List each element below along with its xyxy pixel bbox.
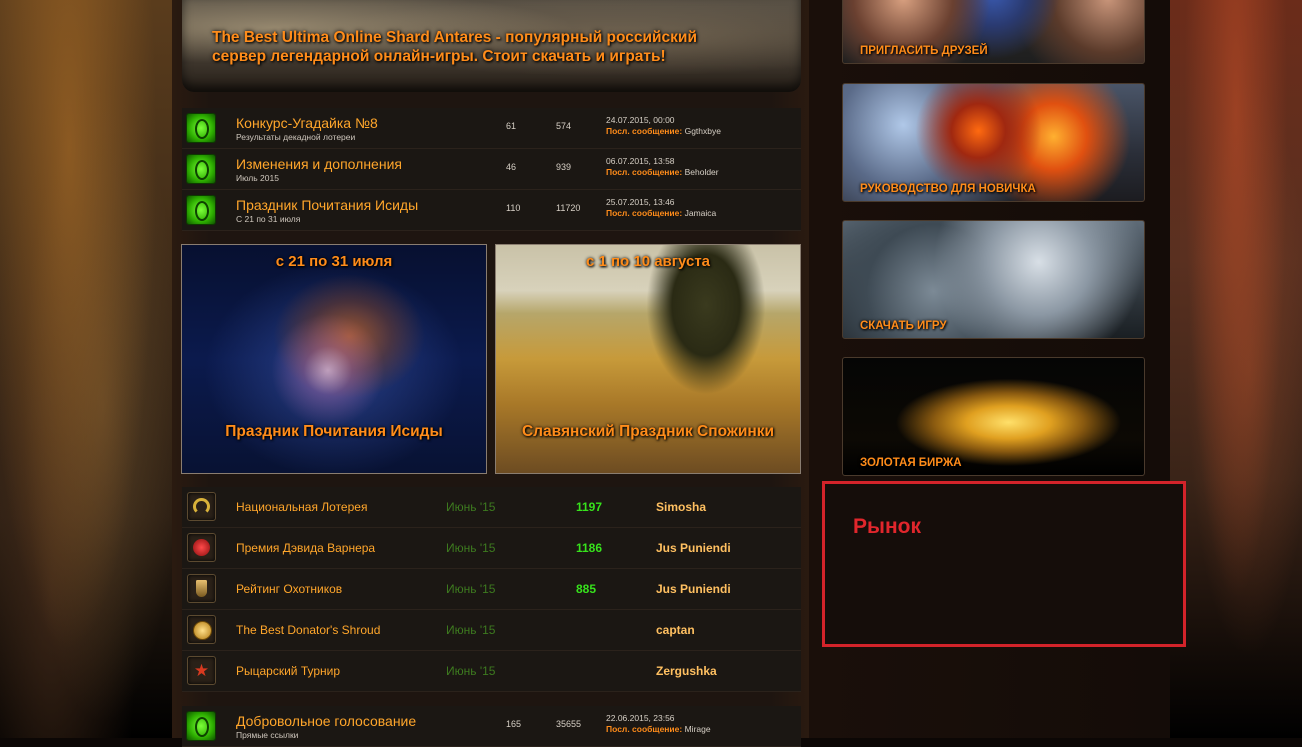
post-count: 35655 — [556, 719, 582, 729]
forum-row[interactable]: Праздник Почитания Исиды С 21 по 31 июля… — [182, 190, 801, 231]
post-count: 574 — [556, 121, 572, 131]
forum-title[interactable]: Праздник Почитания Исиды — [236, 197, 418, 213]
forum-icon — [186, 154, 216, 184]
post-count: 11720 — [556, 203, 581, 213]
award-row[interactable]: Рейтинг Охотников Июнь '15 885 Jus Punie… — [182, 569, 801, 610]
award-name[interactable]: The Best Donator's Shroud — [236, 623, 380, 637]
flower-icon — [187, 533, 216, 562]
horseshoe-icon — [187, 492, 216, 521]
background-right-art — [1170, 0, 1302, 738]
event-name: Славянский Праздник Спожинки — [521, 423, 775, 440]
topic-count: 165 — [506, 719, 522, 729]
download-game-tile[interactable]: СКАЧАТЬ ИГРУ — [842, 220, 1145, 339]
forum-title[interactable]: Добровольное голосование — [236, 713, 416, 729]
last-post: Посл. сообщение: Mirage — [606, 724, 711, 734]
award-name[interactable]: Премия Дэвида Варнера — [236, 541, 375, 555]
award-value: 885 — [576, 582, 597, 596]
last-post-date: 25.07.2015, 13:46 — [606, 197, 675, 207]
event-name: Праздник Почитания Исиды — [225, 423, 443, 440]
last-post-user[interactable]: Ggthxbye — [685, 126, 721, 136]
awards-table: Национальная Лотерея Июнь '15 1197 Simos… — [182, 487, 801, 692]
last-post: Посл. сообщение: Beholder — [606, 167, 719, 177]
award-winner[interactable]: Zergushka — [656, 664, 717, 678]
star-icon: ★ — [187, 656, 216, 685]
forum-description: С 21 по 31 июля — [236, 214, 301, 224]
award-winner[interactable]: captan — [656, 623, 695, 637]
award-winner[interactable]: Jus Puniendi — [656, 541, 731, 555]
gold-exchange-tile[interactable]: ЗОЛОТАЯ БИРЖА — [842, 357, 1145, 476]
award-month: Июнь '15 — [446, 623, 496, 637]
forum-title[interactable]: Изменения и дополнения — [236, 156, 402, 172]
forum-icon — [186, 113, 216, 143]
tile-label: ПРИГЛАСИТЬ ДРУЗЕЙ — [860, 45, 988, 57]
tile-label: ЗОЛОТАЯ БИРЖА — [860, 457, 962, 469]
banner-text: The Best Ultima Online Shard Antares - п… — [212, 29, 697, 65]
last-post-label: Посл. сообщение: — [606, 167, 683, 177]
award-row[interactable]: Национальная Лотерея Июнь '15 1197 Simos… — [182, 487, 801, 528]
coin-icon — [187, 615, 216, 644]
topic-count: 46 — [506, 162, 517, 172]
award-winner[interactable]: Jus Puniendi — [656, 582, 731, 596]
last-post: Посл. сообщение: Jamaica — [606, 208, 716, 218]
forum-list-bottom: Добровольное голосование Прямые ссылки 1… — [182, 706, 801, 747]
last-post-date: 22.06.2015, 23:56 — [606, 713, 675, 723]
event-dates: с 21 по 31 июля — [275, 253, 393, 270]
last-post-user[interactable]: Mirage — [685, 724, 711, 734]
award-month: Июнь '15 — [446, 500, 496, 514]
last-post-date: 24.07.2015, 00:00 — [606, 115, 675, 125]
topic-count: 61 — [506, 121, 517, 131]
forum-description: Июль 2015 — [236, 173, 279, 183]
forum-row[interactable]: Изменения и дополнения Июль 2015 46 939 … — [182, 149, 801, 190]
award-name[interactable]: Рейтинг Охотников — [236, 582, 342, 596]
forum-list: Конкурс-Угадайка №8 Результаты декадной … — [182, 108, 801, 231]
award-winner[interactable]: Simosha — [656, 500, 706, 514]
last-post-date: 06.07.2015, 13:58 — [606, 156, 675, 166]
market-panel[interactable]: Рынок — [822, 481, 1186, 647]
forum-row[interactable]: Конкурс-Угадайка №8 Результаты декадной … — [182, 108, 801, 149]
award-month: Июнь '15 — [446, 664, 496, 678]
trophy-icon — [187, 574, 216, 603]
promo-banner[interactable]: The Best Ultima Online Shard Antares - п… — [182, 0, 801, 92]
last-post-user[interactable]: Jamaica — [685, 208, 717, 218]
last-post-label: Посл. сообщение: — [606, 126, 683, 136]
award-name[interactable]: Национальная Лотерея — [236, 500, 367, 514]
last-post-label: Посл. сообщение: — [606, 208, 683, 218]
award-value: 1186 — [576, 541, 603, 555]
last-post-label: Посл. сообщение: — [606, 724, 683, 734]
post-count: 939 — [556, 162, 572, 172]
market-title: Рынок — [853, 515, 921, 538]
award-month: Июнь '15 — [446, 541, 496, 555]
last-post: Посл. сообщение: Ggthxbye — [606, 126, 721, 136]
award-row[interactable]: The Best Donator's Shroud Июнь '15 capta… — [182, 610, 801, 651]
forum-description: Результаты декадной лотереи — [236, 132, 356, 142]
forum-row[interactable]: Добровольное голосование Прямые ссылки 1… — [182, 706, 801, 747]
forum-description: Прямые ссылки — [236, 730, 299, 740]
topic-count: 110 — [506, 203, 521, 213]
award-value: 1197 — [576, 500, 603, 514]
invite-friends-tile[interactable]: ПРИГЛАСИТЬ ДРУЗЕЙ — [842, 0, 1145, 64]
event-card-isida[interactable]: с 21 по 31 июля Праздник Почитания Исиды — [181, 244, 487, 474]
background-left-art — [0, 0, 172, 738]
event-dates: с 1 по 10 августа — [585, 253, 711, 270]
forum-icon — [186, 711, 216, 741]
award-month: Июнь '15 — [446, 582, 496, 596]
event-card-spozhinki[interactable]: с 1 по 10 августа Славянский Праздник Сп… — [495, 244, 801, 474]
forum-icon — [186, 195, 216, 225]
award-row[interactable]: ★ Рыцарский Турнир Июнь '15 Zergushka — [182, 651, 801, 692]
award-name[interactable]: Рыцарский Турнир — [236, 664, 340, 678]
last-post-user[interactable]: Beholder — [685, 167, 719, 177]
tile-label: РУКОВОДСТВО ДЛЯ НОВИЧКА — [860, 183, 1036, 195]
award-row[interactable]: Премия Дэвида Варнера Июнь '15 1186 Jus … — [182, 528, 801, 569]
newbie-guide-tile[interactable]: РУКОВОДСТВО ДЛЯ НОВИЧКА — [842, 83, 1145, 202]
tile-label: СКАЧАТЬ ИГРУ — [860, 320, 947, 332]
forum-title[interactable]: Конкурс-Угадайка №8 — [236, 115, 378, 131]
